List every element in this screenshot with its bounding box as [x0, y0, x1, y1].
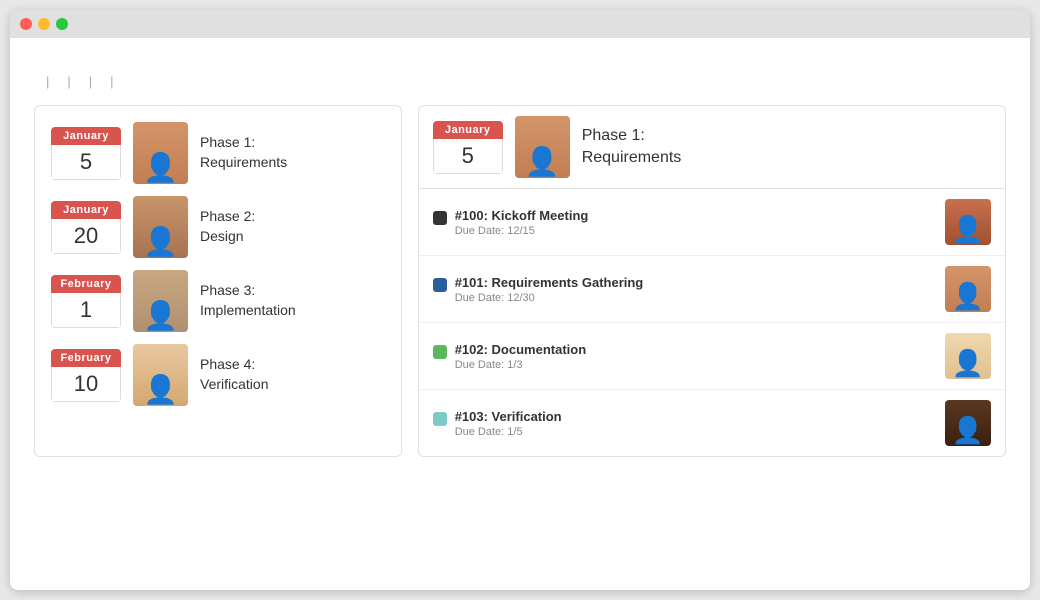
task-item-3[interactable]: #103: Verification Due Date: 1/5 [419, 390, 1005, 456]
task-due: Due Date: 12/30 [455, 292, 644, 304]
task-title: #101: Requirements Gathering [455, 275, 644, 290]
main-content: | | | | January 5 Phase 1:Requirements [10, 38, 1030, 590]
date-badge: January 5 [51, 127, 121, 180]
day-label: 1 [51, 293, 121, 328]
phase-item-3[interactable]: February 1 Phase 3:Implementation [51, 270, 385, 332]
maximize-dot[interactable] [56, 18, 68, 30]
phase-label: Phase 1:Requirements [200, 133, 287, 172]
selected-date-badge: January 5 [433, 121, 503, 174]
task-color-dot [433, 412, 447, 426]
task-due: Due Date: 12/15 [455, 225, 589, 237]
selected-month: January [433, 121, 503, 139]
task-title: #103: Verification [455, 409, 562, 424]
avatar-face [133, 344, 188, 406]
date-badge: February 1 [51, 275, 121, 328]
selected-day: 5 [433, 139, 503, 174]
app-window: | | | | January 5 Phase 1:Requirements [10, 10, 1030, 590]
close-dot[interactable] [20, 18, 32, 30]
day-label: 20 [51, 219, 121, 254]
task-item-0[interactable]: #100: Kickoff Meeting Due Date: 12/15 [419, 189, 1005, 256]
phase-avatar [133, 196, 188, 258]
task-left: #102: Documentation Due Date: 1/3 [433, 342, 586, 371]
date-badge: January 20 [51, 201, 121, 254]
task-due: Due Date: 1/5 [455, 426, 562, 438]
task-avatar [945, 333, 991, 379]
task-color-dot [433, 278, 447, 292]
task-avatar [945, 266, 991, 312]
phase-item-4[interactable]: February 10 Phase 4:Verification [51, 344, 385, 406]
minimize-dot[interactable] [38, 18, 50, 30]
selected-avatar [515, 116, 570, 178]
task-avatar-face [945, 199, 991, 245]
day-label: 10 [51, 367, 121, 402]
avatar-face [133, 122, 188, 184]
task-avatar-face [945, 400, 991, 446]
month-label: January [51, 201, 121, 219]
project-meta: | | | | [34, 74, 1006, 89]
task-left: #100: Kickoff Meeting Due Date: 12/15 [433, 208, 589, 237]
task-list: #100: Kickoff Meeting Due Date: 12/15 #1… [419, 189, 1005, 456]
task-info: #103: Verification Due Date: 1/5 [455, 409, 562, 438]
task-item-2[interactable]: #102: Documentation Due Date: 1/3 [419, 323, 1005, 390]
task-avatar [945, 400, 991, 446]
task-panel: January 5 Phase 1:Requirements #100: Kic… [418, 105, 1006, 457]
task-item-1[interactable]: #101: Requirements Gathering Due Date: 1… [419, 256, 1005, 323]
month-label: February [51, 349, 121, 367]
selected-avatar-face [515, 116, 570, 178]
phase-label: Phase 3:Implementation [200, 281, 296, 320]
month-label: February [51, 275, 121, 293]
task-avatar-face [945, 333, 991, 379]
phase-item-2[interactable]: January 20 Phase 2:Design [51, 196, 385, 258]
phase-list: January 5 Phase 1:Requirements January 2… [34, 105, 402, 457]
avatar-face [133, 270, 188, 332]
task-color-dot [433, 211, 447, 225]
phase-avatar [133, 270, 188, 332]
task-left: #101: Requirements Gathering Due Date: 1… [433, 275, 644, 304]
date-badge: February 10 [51, 349, 121, 402]
task-due: Due Date: 1/3 [455, 359, 586, 371]
titlebar [10, 10, 1030, 38]
phase-avatar [133, 344, 188, 406]
task-avatar [945, 199, 991, 245]
day-label: 5 [51, 145, 121, 180]
phase-avatar [133, 122, 188, 184]
task-title: #100: Kickoff Meeting [455, 208, 589, 223]
task-info: #100: Kickoff Meeting Due Date: 12/15 [455, 208, 589, 237]
task-color-dot [433, 345, 447, 359]
task-info: #101: Requirements Gathering Due Date: 1… [455, 275, 644, 304]
avatar-face [133, 196, 188, 258]
task-info: #102: Documentation Due Date: 1/3 [455, 342, 586, 371]
main-grid: January 5 Phase 1:Requirements January 2… [34, 105, 1006, 457]
task-avatar-face [945, 266, 991, 312]
month-label: January [51, 127, 121, 145]
selected-phase-header: January 5 Phase 1:Requirements [419, 106, 1005, 189]
task-left: #103: Verification Due Date: 1/5 [433, 409, 562, 438]
task-title: #102: Documentation [455, 342, 586, 357]
phase-label: Phase 4:Verification [200, 355, 268, 394]
selected-phase-label: Phase 1:Requirements [582, 125, 682, 170]
phase-label: Phase 2:Design [200, 207, 255, 246]
phase-item-1[interactable]: January 5 Phase 1:Requirements [51, 122, 385, 184]
